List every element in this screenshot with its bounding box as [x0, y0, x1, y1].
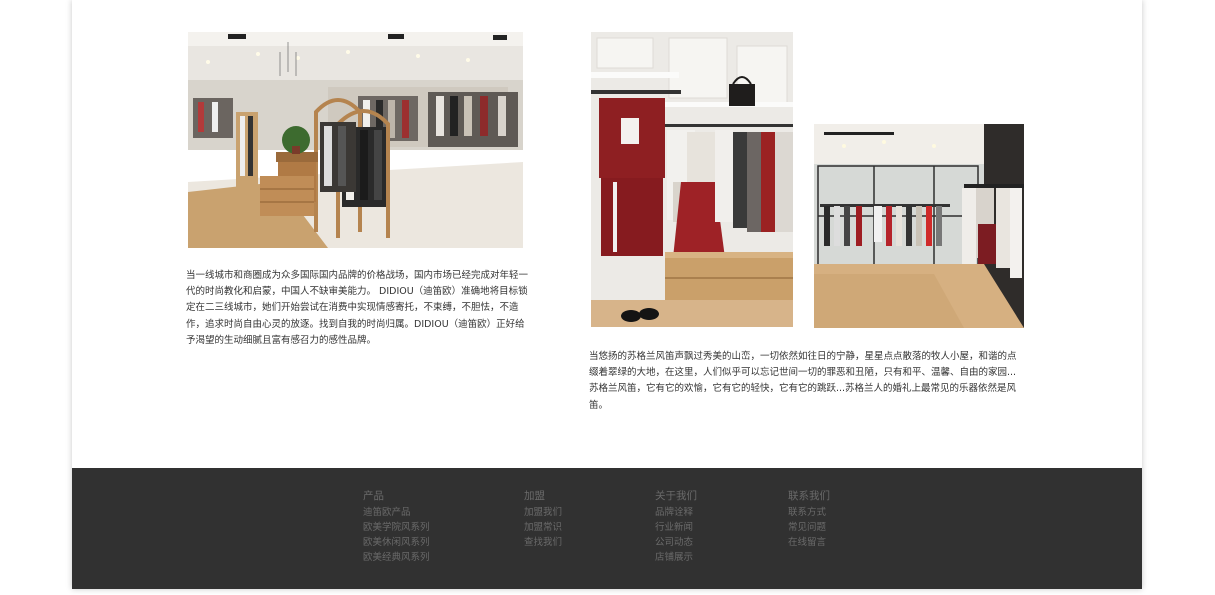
footer-link-store-showcase[interactable]: 店铺展示: [655, 550, 697, 565]
footer-link-find-us[interactable]: 查找我们: [524, 535, 562, 550]
bagpipe-story-paragraph: 当悠扬的苏格兰风笛声飘过秀美的山峦，一切依然如往日的宁静，星星点点散落的牧人小屋…: [589, 351, 1017, 411]
footer-link-brand-interpretation[interactable]: 品牌诠释: [655, 505, 697, 520]
footer-column-contact: 联系我们 联系方式 常见问题 在线留言: [788, 488, 830, 550]
footer-link-didiou-products[interactable]: 迪笛欧产品: [363, 505, 430, 520]
brand-intro-paragraph: 当一线城市和商圈成为众多国际国内品牌的价格战场，国内市场已经完成对年轻一代的时尚…: [186, 270, 529, 346]
clothing-rack-photo: [591, 32, 793, 327]
footer-link-online-message[interactable]: 在线留言: [788, 535, 830, 550]
footer-link-join-us[interactable]: 加盟我们: [524, 505, 562, 520]
store-interior-photo: [188, 32, 523, 248]
footer-link-classic-series[interactable]: 欧美经典风系列: [363, 550, 430, 565]
footer-column-products: 产品 迪笛欧产品 欧美学院风系列 欧美休闲风系列 欧美经典风系列: [363, 488, 430, 565]
footer-link-join-knowledge[interactable]: 加盟常识: [524, 520, 562, 535]
footer-column-title: 关于我们: [655, 490, 697, 502]
footer-column-title: 产品: [363, 490, 384, 502]
footer-column-join: 加盟 加盟我们 加盟常识 查找我们: [524, 488, 562, 550]
footer-link-casual-series[interactable]: 欧美休闲风系列: [363, 535, 430, 550]
footer-column-title: 加盟: [524, 490, 545, 502]
site-footer: 产品 迪笛欧产品 欧美学院风系列 欧美休闲风系列 欧美经典风系列 加盟 加盟我们…: [72, 468, 1142, 589]
footer-link-contact-info[interactable]: 联系方式: [788, 505, 830, 520]
footer-column-about: 关于我们 品牌诠释 行业新闻 公司动态 店铺展示: [655, 488, 697, 565]
footer-column-title: 联系我们: [788, 490, 830, 502]
footer-link-college-series[interactable]: 欧美学院风系列: [363, 520, 430, 535]
store-corner-photo: [814, 124, 1024, 328]
footer-link-company-news[interactable]: 公司动态: [655, 535, 697, 550]
page-container: 当一线城市和商圈成为众多国际国内品牌的价格战场，国内市场已经完成对年轻一代的时尚…: [72, 0, 1142, 589]
footer-link-industry-news[interactable]: 行业新闻: [655, 520, 697, 535]
footer-link-faq[interactable]: 常见问题: [788, 520, 830, 535]
